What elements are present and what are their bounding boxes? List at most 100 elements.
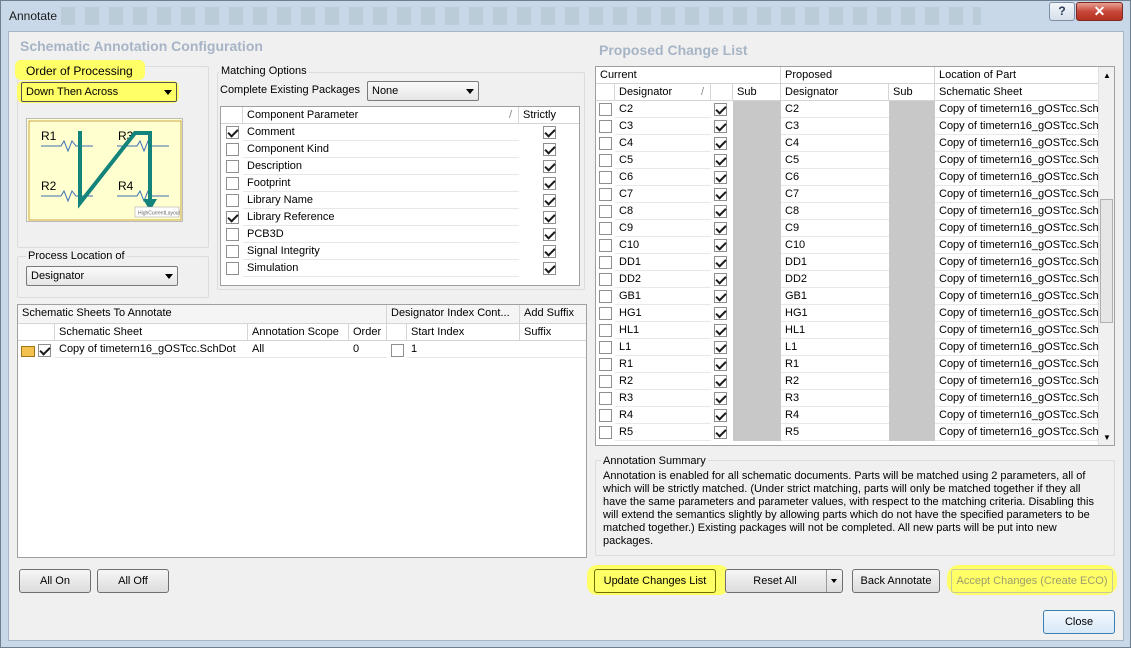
suffix-value[interactable] bbox=[520, 341, 586, 358]
proposed-designator[interactable]: DD1 bbox=[781, 254, 889, 271]
scroll-down-icon[interactable]: ▼ bbox=[1103, 433, 1111, 442]
reset-dropdown-icon[interactable] bbox=[826, 570, 842, 592]
change-row-checkbox-4[interactable] bbox=[599, 171, 612, 184]
col-header-schematic-sheet[interactable]: Schematic Sheet bbox=[55, 324, 248, 341]
col-header-strictly[interactable]: Strictly bbox=[519, 107, 579, 124]
proposed-designator[interactable]: HG1 bbox=[781, 305, 889, 322]
start-index-checkbox[interactable] bbox=[391, 344, 404, 357]
change-row-checkbox-6[interactable] bbox=[599, 205, 612, 218]
col-header-proposed-designator[interactable]: Designator bbox=[781, 84, 889, 101]
complete-packages-select[interactable]: None bbox=[367, 81, 479, 101]
proposed-designator[interactable]: GB1 bbox=[781, 288, 889, 305]
proposed-designator[interactable]: R3 bbox=[781, 390, 889, 407]
all-off-button[interactable]: All Off bbox=[97, 569, 169, 593]
param-checkbox-3[interactable] bbox=[226, 177, 239, 190]
current-sub-checkbox-11[interactable] bbox=[714, 290, 727, 303]
proposed-designator[interactable]: C5 bbox=[781, 152, 889, 169]
update-changes-button[interactable]: Update Changes List bbox=[594, 569, 716, 593]
param-checkbox-1[interactable] bbox=[226, 143, 239, 156]
current-sub-checkbox-15[interactable] bbox=[714, 358, 727, 371]
proposed-designator[interactable]: DD2 bbox=[781, 271, 889, 288]
back-annotate-button[interactable]: Back Annotate bbox=[852, 569, 940, 593]
current-sub-checkbox-14[interactable] bbox=[714, 341, 727, 354]
change-row-checkbox-10[interactable] bbox=[599, 273, 612, 286]
col-header-suffix[interactable]: Suffix bbox=[520, 324, 586, 341]
change-row-checkbox-2[interactable] bbox=[599, 137, 612, 150]
param-strict-checkbox-4[interactable] bbox=[543, 194, 556, 207]
param-strict-checkbox-0[interactable] bbox=[543, 126, 556, 139]
change-row-checkbox-14[interactable] bbox=[599, 341, 612, 354]
all-on-button[interactable]: All On bbox=[19, 569, 91, 593]
proposed-designator[interactable]: L1 bbox=[781, 339, 889, 356]
reset-all-button[interactable]: Reset All bbox=[725, 569, 843, 593]
help-button[interactable]: ? bbox=[1049, 2, 1075, 21]
proposed-designator[interactable]: C3 bbox=[781, 118, 889, 135]
current-sub-checkbox-7[interactable] bbox=[714, 222, 727, 235]
close-button[interactable]: Close bbox=[1043, 610, 1115, 634]
col-header-start-index[interactable]: Start Index bbox=[407, 324, 520, 341]
current-sub-checkbox-3[interactable] bbox=[714, 154, 727, 167]
current-sub-checkbox-8[interactable] bbox=[714, 239, 727, 252]
change-row-checkbox-13[interactable] bbox=[599, 324, 612, 337]
param-checkbox-5[interactable] bbox=[226, 211, 239, 224]
change-row-checkbox-0[interactable] bbox=[599, 103, 612, 116]
proposed-designator[interactable]: C6 bbox=[781, 169, 889, 186]
proposed-designator[interactable]: C4 bbox=[781, 135, 889, 152]
current-sub-checkbox-9[interactable] bbox=[714, 256, 727, 269]
proposed-designator[interactable]: C8 bbox=[781, 203, 889, 220]
col-header-schematic-sheet[interactable]: Schematic Sheet bbox=[935, 84, 1100, 101]
change-row-checkbox-16[interactable] bbox=[599, 375, 612, 388]
current-sub-checkbox-0[interactable] bbox=[714, 103, 727, 116]
change-row-checkbox-19[interactable] bbox=[599, 426, 612, 439]
order-select[interactable]: Down Then Across bbox=[21, 82, 177, 102]
proposed-designator[interactable]: C7 bbox=[781, 186, 889, 203]
param-checkbox-2[interactable] bbox=[226, 160, 239, 173]
current-sub-checkbox-19[interactable] bbox=[714, 426, 727, 439]
current-sub-checkbox-5[interactable] bbox=[714, 188, 727, 201]
current-sub-checkbox-2[interactable] bbox=[714, 137, 727, 150]
accept-changes-button[interactable]: Accept Changes (Create ECO) bbox=[951, 569, 1113, 593]
proposed-designator[interactable]: R2 bbox=[781, 373, 889, 390]
change-row-checkbox-3[interactable] bbox=[599, 154, 612, 167]
param-strict-checkbox-7[interactable] bbox=[543, 245, 556, 258]
change-row-checkbox-15[interactable] bbox=[599, 358, 612, 371]
change-row-checkbox-5[interactable] bbox=[599, 188, 612, 201]
change-row-checkbox-18[interactable] bbox=[599, 409, 612, 422]
proposed-designator[interactable]: HL1 bbox=[781, 322, 889, 339]
col-header-current-sub[interactable]: Sub bbox=[733, 84, 781, 101]
current-sub-checkbox-10[interactable] bbox=[714, 273, 727, 286]
param-checkbox-6[interactable] bbox=[226, 228, 239, 241]
current-sub-checkbox-6[interactable] bbox=[714, 205, 727, 218]
param-strict-checkbox-3[interactable] bbox=[543, 177, 556, 190]
param-strict-checkbox-8[interactable] bbox=[543, 262, 556, 275]
param-checkbox-8[interactable] bbox=[226, 262, 239, 275]
param-strict-checkbox-2[interactable] bbox=[543, 160, 556, 173]
current-sub-checkbox-1[interactable] bbox=[714, 120, 727, 133]
location-select[interactable]: Designator bbox=[26, 266, 178, 286]
current-sub-checkbox-16[interactable] bbox=[714, 375, 727, 388]
current-sub-checkbox-12[interactable] bbox=[714, 307, 727, 320]
change-row-checkbox-7[interactable] bbox=[599, 222, 612, 235]
param-checkbox-4[interactable] bbox=[226, 194, 239, 207]
proposed-designator[interactable]: C10 bbox=[781, 237, 889, 254]
col-header-proposed-sub[interactable]: Sub bbox=[889, 84, 935, 101]
change-list-scrollbar[interactable]: ▲ ▼ bbox=[1098, 67, 1114, 445]
param-checkbox-0[interactable] bbox=[226, 126, 239, 139]
change-row-checkbox-11[interactable] bbox=[599, 290, 612, 303]
current-sub-checkbox-18[interactable] bbox=[714, 409, 727, 422]
scroll-up-icon[interactable]: ▲ bbox=[1103, 71, 1111, 80]
annotation-scope-value[interactable]: All bbox=[248, 341, 349, 358]
param-strict-checkbox-6[interactable] bbox=[543, 228, 556, 241]
change-row-checkbox-17[interactable] bbox=[599, 392, 612, 405]
change-row-checkbox-1[interactable] bbox=[599, 120, 612, 133]
param-strict-checkbox-1[interactable] bbox=[543, 143, 556, 156]
sheet-include-checkbox[interactable] bbox=[38, 344, 51, 357]
col-header-component-parameter[interactable]: Component Parameter / bbox=[243, 107, 519, 124]
param-strict-checkbox-5[interactable] bbox=[543, 211, 556, 224]
order-value[interactable]: 0 bbox=[349, 341, 387, 358]
proposed-designator[interactable]: C9 bbox=[781, 220, 889, 237]
scroll-thumb[interactable] bbox=[1100, 199, 1113, 323]
close-window-button[interactable]: ✕ bbox=[1076, 2, 1123, 21]
current-sub-checkbox-13[interactable] bbox=[714, 324, 727, 337]
start-index-value[interactable]: 1 bbox=[407, 341, 520, 358]
